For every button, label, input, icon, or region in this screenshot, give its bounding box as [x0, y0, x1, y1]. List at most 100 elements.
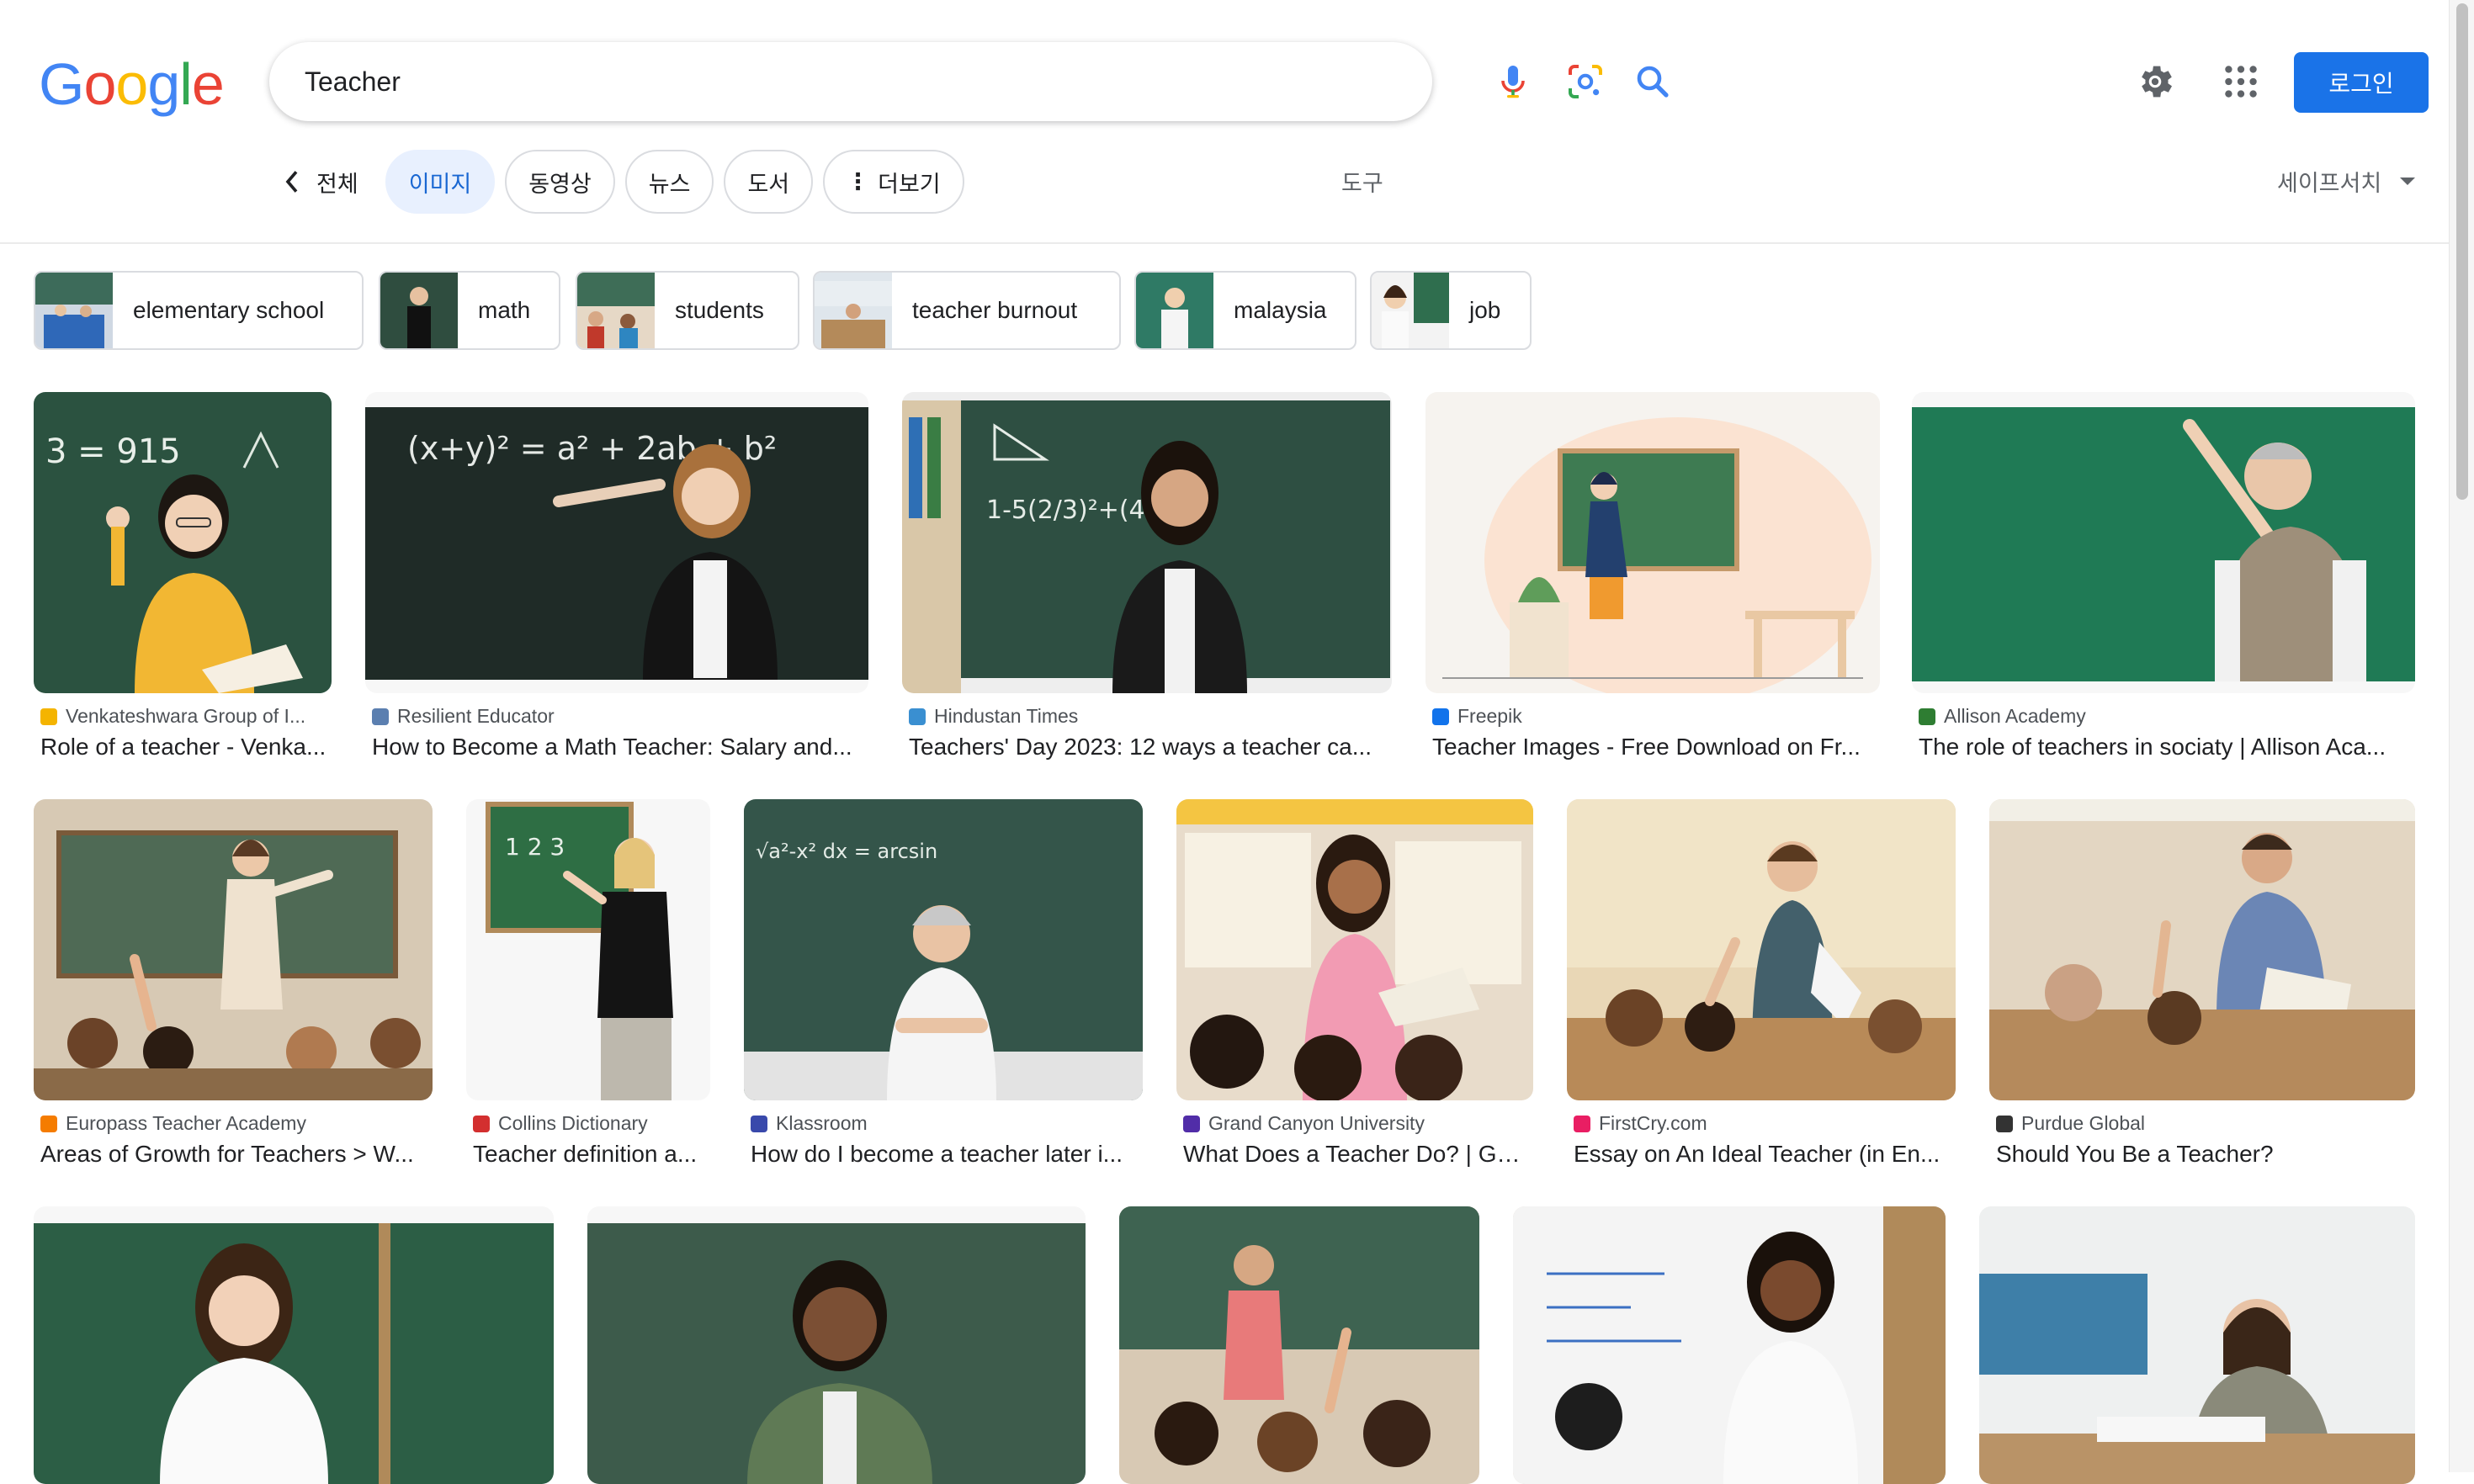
result-source-text: Klassroom: [776, 1112, 868, 1134]
refinement-chip-elementary-school[interactable]: elementary school: [34, 271, 364, 350]
result-title[interactable]: Areas of Growth for Teachers > W...: [40, 1141, 427, 1168]
logo-letter: e: [191, 51, 225, 117]
result-title[interactable]: Essay on An Ideal Teacher (in En...: [1574, 1141, 1952, 1168]
result-title[interactable]: How to Become a Math Teacher: Salary and…: [372, 734, 860, 761]
result-title[interactable]: Teacher Images - Free Download on Fr...: [1432, 734, 1877, 761]
result-title[interactable]: Role of a teacher - Venka...: [40, 734, 327, 761]
image-result-card[interactable]: Purdue Global Should You Be a Teacher?: [1989, 799, 2415, 1169]
image-result-card[interactable]: √a²-x² dx = arcsin Klassroom How do I be…: [744, 799, 1143, 1169]
refinement-thumbnail: [1372, 273, 1449, 348]
image-result-card[interactable]: [1513, 1206, 1946, 1484]
result-title[interactable]: Teachers' Day 2023: 12 ways a teacher ca…: [909, 734, 1388, 761]
image-result-card[interactable]: [1979, 1206, 2415, 1484]
favicon-icon: [1919, 708, 1935, 725]
result-source: Freepik: [1432, 705, 1877, 728]
image-result-card[interactable]: 3 = 915 Venkateshwara Group of I... Role…: [34, 392, 332, 762]
result-source-text: Allison Academy: [1944, 705, 2086, 727]
search-input[interactable]: [305, 61, 1146, 103]
logo-letter: o: [83, 51, 116, 117]
result-source: Grand Canyon University: [1183, 1112, 1530, 1135]
more-vertical-icon: ⋮: [847, 168, 870, 194]
scrollbar-thumb[interactable]: [2456, 3, 2468, 500]
result-title[interactable]: The role of teachers in sociaty | Alliso…: [1919, 734, 2412, 761]
board-text: √a²-x² dx = arcsin: [756, 840, 937, 863]
header: Google Teacher 로그인 전체 이미지 동영상 뉴스 도서 ⋮ 더보…: [0, 0, 2449, 244]
image-result-card[interactable]: (x+y)² = a² + 2ab + b² Resilient Educato…: [365, 392, 868, 762]
google-logo[interactable]: Google: [39, 50, 225, 118]
tab-more[interactable]: ⋮ 더보기: [823, 150, 964, 214]
result-title[interactable]: How do I become a teacher later i...: [751, 1141, 1138, 1168]
result-source-text: Europass Teacher Academy: [66, 1112, 306, 1134]
tab-news[interactable]: 뉴스: [624, 150, 714, 214]
result-source-text: Venkateshwara Group of I...: [66, 705, 306, 727]
result-source: Venkateshwara Group of I...: [40, 705, 327, 728]
logo-letter: o: [115, 51, 148, 117]
result-source: Europass Teacher Academy: [40, 1112, 427, 1135]
refinement-chip-malaysia[interactable]: malaysia: [1134, 271, 1356, 350]
result-source-text: Hindustan Times: [934, 705, 1079, 727]
login-button[interactable]: 로그인: [2294, 52, 2429, 113]
safesearch-label: 세이프서치: [2277, 171, 2382, 196]
result-source: Klassroom: [751, 1112, 1138, 1135]
favicon-icon: [1432, 708, 1449, 725]
tab-all[interactable]: 전체: [278, 149, 375, 215]
refinement-label: elementary school: [133, 297, 325, 323]
board-text: 1 2 3: [505, 833, 565, 861]
refinement-chip-math[interactable]: math: [379, 271, 560, 350]
safesearch-dropdown[interactable]: 세이프서치: [2277, 165, 2416, 198]
result-image: [1176, 799, 1533, 1100]
refinement-label: students: [675, 297, 764, 323]
google-lens-icon[interactable]: [1565, 61, 1606, 102]
result-source: Allison Academy: [1919, 705, 2412, 728]
result-image: [1425, 392, 1880, 693]
image-result-card[interactable]: 1 2 3 Collins Dictionary Teacher definit…: [466, 799, 710, 1169]
refinement-chip-job[interactable]: job: [1370, 271, 1532, 350]
tools-button[interactable]: 도구: [1341, 165, 1383, 198]
refinement-chip-teacher-burnout[interactable]: teacher burnout: [813, 271, 1121, 350]
result-source: Hindustan Times: [909, 705, 1388, 728]
page-scrollbar[interactable]: [2449, 0, 2474, 1472]
result-image: [34, 1206, 554, 1484]
result-image: [34, 799, 433, 1100]
image-result-card[interactable]: FirstCry.com Essay on An Ideal Teacher (…: [1567, 799, 1956, 1169]
refinement-thumbnail: [577, 273, 655, 348]
image-result-card[interactable]: Allison Academy The role of teachers in …: [1912, 392, 2415, 762]
microphone-icon[interactable]: [1493, 61, 1533, 102]
tab-images[interactable]: 이미지: [385, 150, 496, 214]
result-image: [1513, 1206, 1946, 1484]
result-image: [1989, 799, 2415, 1100]
image-result-card[interactable]: [587, 1206, 1086, 1484]
search-icon[interactable]: [1633, 61, 1673, 102]
result-title[interactable]: Teacher definition a...: [473, 1141, 709, 1168]
result-source: Collins Dictionary: [473, 1112, 709, 1135]
image-result-card[interactable]: [1119, 1206, 1479, 1484]
refinement-thumbnail: [35, 273, 113, 348]
tab-books[interactable]: 도서: [724, 150, 814, 214]
tab-more-label: 더보기: [878, 171, 941, 197]
result-image: [1567, 799, 1956, 1100]
image-result-card[interactable]: Freepik Teacher Images - Free Download o…: [1425, 392, 1880, 762]
board-text: 3 = 915: [45, 432, 181, 471]
tab-videos[interactable]: 동영상: [505, 150, 615, 214]
result-title[interactable]: Should You Be a Teacher?: [1996, 1141, 2412, 1168]
image-result-card[interactable]: [34, 1206, 554, 1484]
search-box: [269, 42, 1669, 121]
image-result-card[interactable]: 1-5(2/3)²+(4-3/5) Hindustan Times Teache…: [902, 392, 1392, 762]
image-result-card[interactable]: Grand Canyon University What Does a Teac…: [1176, 799, 1533, 1169]
result-title[interactable]: What Does a Teacher Do? | GC...: [1183, 1141, 1530, 1168]
favicon-icon: [1574, 1115, 1590, 1132]
favicon-icon: [40, 1115, 57, 1132]
favicon-icon: [751, 1115, 767, 1132]
refinement-thumbnail: [380, 273, 458, 348]
google-apps-grid-icon[interactable]: [2220, 61, 2262, 103]
settings-gear-icon[interactable]: [2134, 61, 2176, 103]
refinement-label: math: [478, 297, 531, 323]
image-result-card[interactable]: Europass Teacher Academy Areas of Growth…: [34, 799, 433, 1169]
favicon-icon: [473, 1115, 490, 1132]
result-image: 3 = 915: [34, 392, 332, 693]
result-source-text: Collins Dictionary: [498, 1112, 648, 1134]
refinement-chip-students[interactable]: students: [576, 271, 799, 350]
refinement-thumbnail: [815, 273, 892, 348]
result-source-text: FirstCry.com: [1599, 1112, 1707, 1134]
result-source-text: Purdue Global: [2021, 1112, 2146, 1134]
